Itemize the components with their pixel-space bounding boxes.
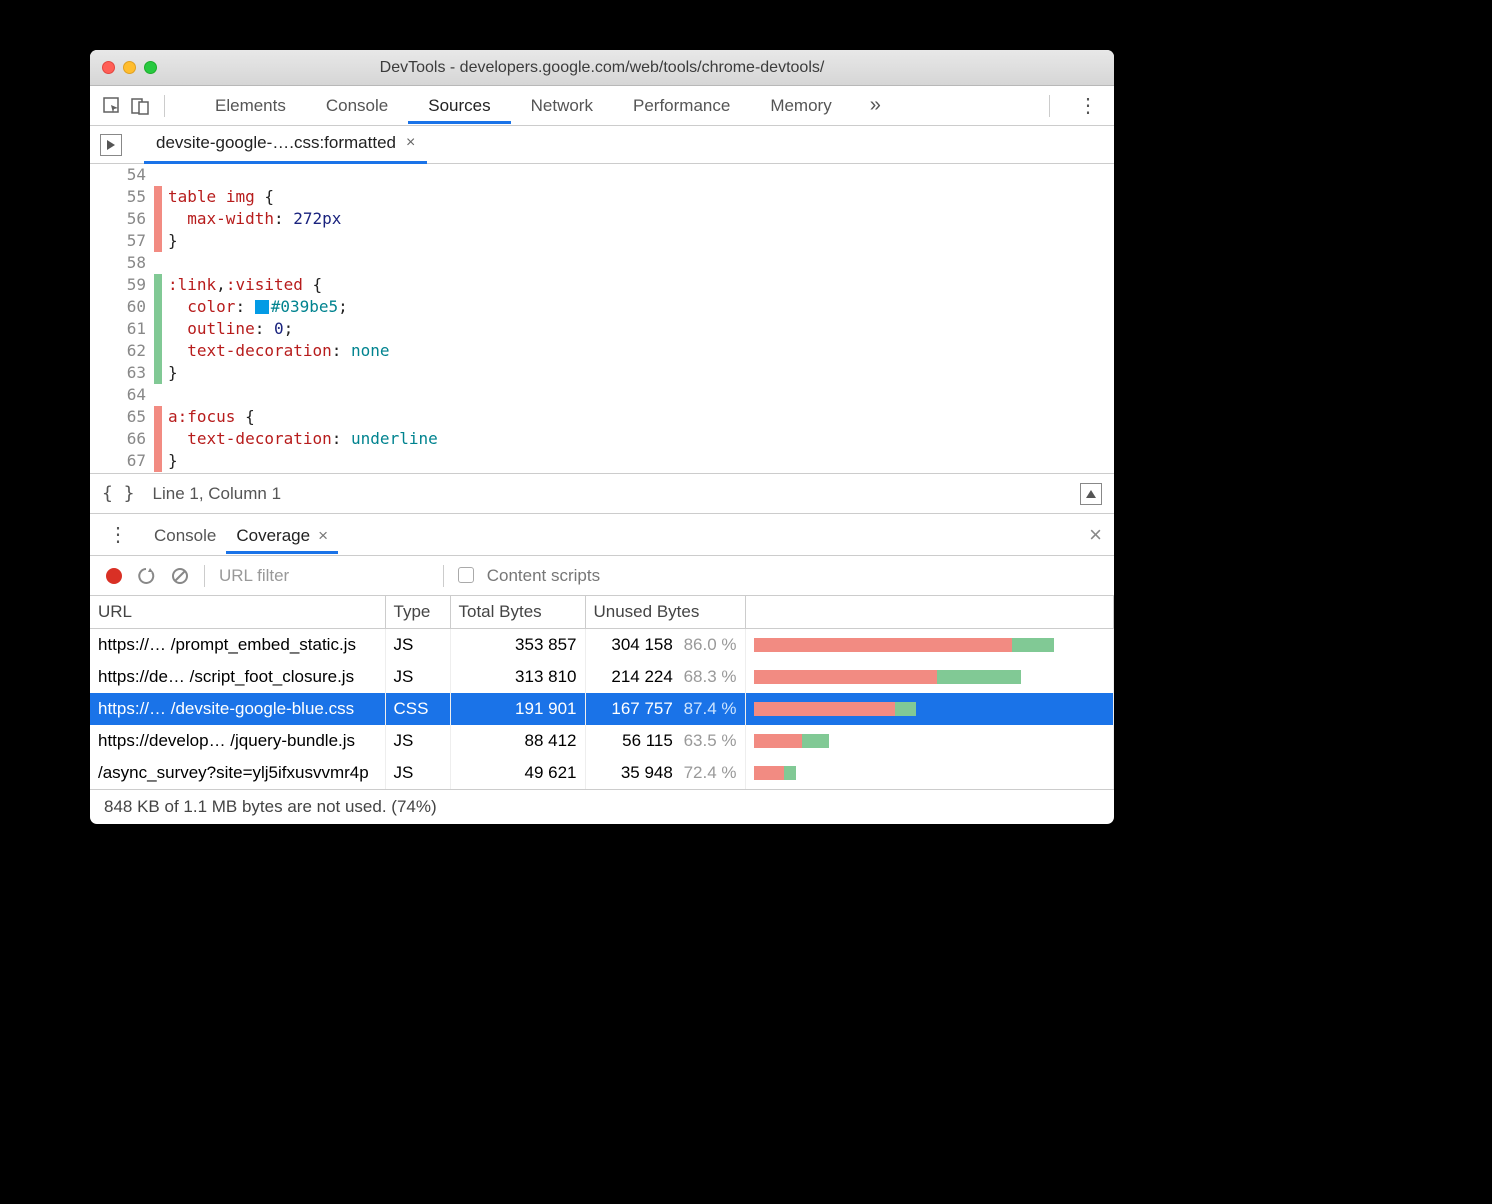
collapse-icon[interactable] xyxy=(1080,483,1102,505)
coverage-table: URL Type Total Bytes Unused Bytes https:… xyxy=(90,596,1114,789)
kebab-menu-icon[interactable]: ⋮ xyxy=(1072,93,1104,118)
tab-performance[interactable]: Performance xyxy=(613,87,750,124)
table-header-row: URL Type Total Bytes Unused Bytes xyxy=(90,596,1114,629)
content-scripts-checkbox[interactable]: Content scripts xyxy=(458,566,600,586)
drawer-tabstrip: ⋮ ConsoleCoverage× × xyxy=(90,514,1114,556)
pretty-print-icon[interactable]: { } xyxy=(102,483,135,504)
file-tab-label: devsite-google-….css:formatted xyxy=(156,133,396,153)
close-drawer-tab-icon[interactable]: × xyxy=(318,526,328,546)
tab-sources[interactable]: Sources xyxy=(408,87,510,124)
drawer-tab-coverage[interactable]: Coverage× xyxy=(226,516,338,554)
coverage-row[interactable]: /async_survey?site=ylj5ifxusvvmr4pJS49 6… xyxy=(90,757,1114,789)
separator xyxy=(1049,95,1050,117)
tab-memory[interactable]: Memory xyxy=(750,87,851,124)
content-scripts-label: Content scripts xyxy=(487,566,600,585)
cursor-position: Line 1, Column 1 xyxy=(153,484,282,504)
header-url[interactable]: URL xyxy=(90,596,385,629)
reload-icon[interactable] xyxy=(136,566,156,586)
tab-network[interactable]: Network xyxy=(511,87,613,124)
header-bar xyxy=(745,596,1114,629)
main-tabstrip: ElementsConsoleSourcesNetworkPerformance… xyxy=(90,86,1114,126)
tab-console[interactable]: Console xyxy=(306,87,408,124)
window-title: DevTools - developers.google.com/web/too… xyxy=(90,59,1114,77)
header-total[interactable]: Total Bytes xyxy=(450,596,585,629)
coverage-row[interactable]: https://develop… /jquery-bundle.jsJS88 4… xyxy=(90,725,1114,757)
header-type[interactable]: Type xyxy=(385,596,450,629)
titlebar: DevTools - developers.google.com/web/too… xyxy=(90,50,1114,86)
coverage-row[interactable]: https://… /prompt_embed_static.jsJS353 8… xyxy=(90,629,1114,662)
coverage-row[interactable]: https://… /devsite-google-blue.cssCSS191… xyxy=(90,693,1114,725)
file-tab[interactable]: devsite-google-….css:formatted × xyxy=(144,126,427,164)
drawer-kebab-icon[interactable]: ⋮ xyxy=(102,522,134,547)
checkbox-icon[interactable] xyxy=(458,567,474,583)
record-icon[interactable] xyxy=(106,568,122,584)
overflow-icon[interactable]: » xyxy=(870,94,881,117)
run-snippet-icon[interactable] xyxy=(100,134,122,156)
separator xyxy=(443,565,444,587)
code-editor[interactable]: 545556575859606162636465666768 table img… xyxy=(90,164,1114,474)
header-unused[interactable]: Unused Bytes xyxy=(585,596,745,629)
coverage-summary: 848 KB of 1.1 MB bytes are not used. (74… xyxy=(90,789,1114,824)
drawer-close-icon[interactable]: × xyxy=(1089,522,1102,548)
separator xyxy=(204,565,205,587)
inspect-icon[interactable] xyxy=(100,94,124,118)
device-toggle-icon[interactable] xyxy=(128,94,152,118)
tab-elements[interactable]: Elements xyxy=(195,87,306,124)
file-tabbar: devsite-google-….css:formatted × xyxy=(90,126,1114,164)
editor-statusbar: { } Line 1, Column 1 xyxy=(90,474,1114,514)
url-filter-input[interactable]: URL filter xyxy=(219,566,429,586)
close-tab-icon[interactable]: × xyxy=(406,134,415,152)
clear-icon[interactable] xyxy=(170,566,190,586)
coverage-toolbar: URL filter Content scripts xyxy=(90,556,1114,596)
drawer-tab-console[interactable]: Console xyxy=(144,516,226,554)
coverage-row[interactable]: https://de… /script_foot_closure.jsJS313… xyxy=(90,661,1114,693)
separator xyxy=(164,95,165,117)
devtools-window: DevTools - developers.google.com/web/too… xyxy=(90,50,1114,824)
